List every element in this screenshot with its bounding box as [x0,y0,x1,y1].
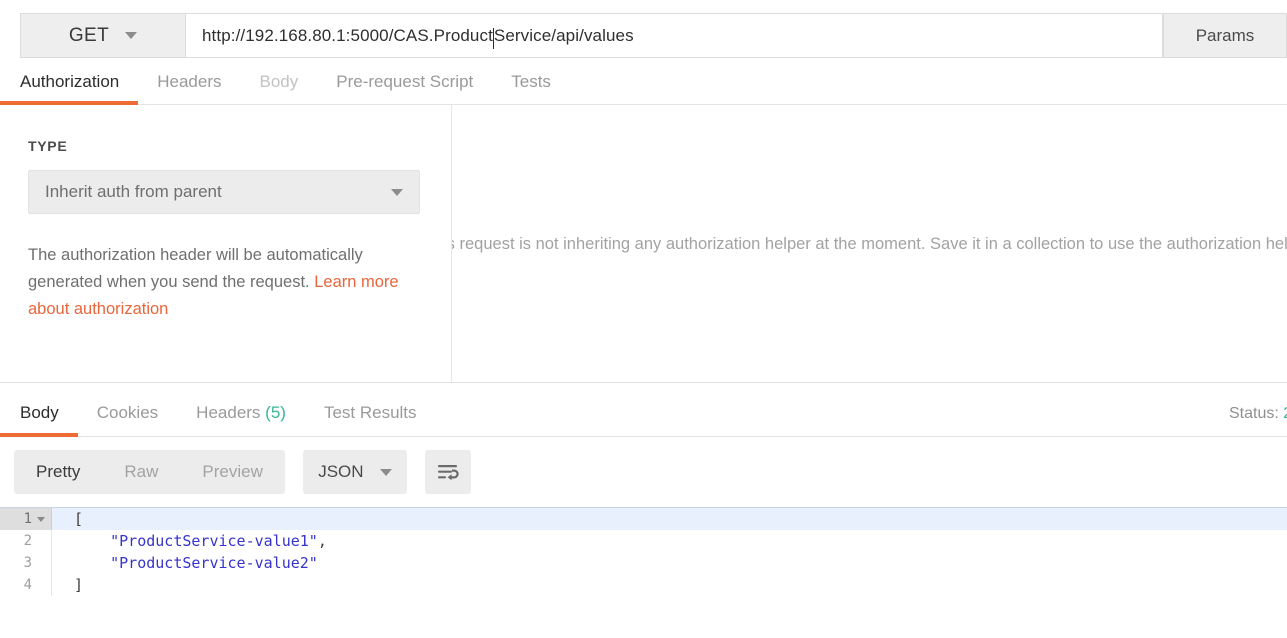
request-tab-label: Headers [157,72,222,91]
request-tab-label: Authorization [20,72,120,91]
code-line: 1[ [0,507,1287,530]
code-token-punct: ] [74,576,84,594]
response-body-editor[interactable]: 1[2 "ProductService-value1", 3 "ProductSe… [0,507,1287,607]
authorization-settings: TYPE Inherit auth from parent The author… [0,105,452,382]
code-line-text: "ProductService-value1", [52,532,327,550]
auth-type-label: TYPE [28,138,68,154]
code-token-punct: [ [74,510,84,528]
body-view-raw[interactable]: Raw [102,450,180,494]
postman-request-window: GET http://192.168.80.1:5000/CAS.Product… [0,0,1287,638]
word-wrap-button[interactable] [424,450,471,494]
response-tab-cookies[interactable]: Cookies [97,403,158,436]
response-tab-label: Body [20,403,59,422]
response-tab-body[interactable]: Body [0,403,78,437]
url-input[interactable]: http://192.168.80.1:5000/CAS.Product Serv… [185,13,1163,58]
code-token-string: "ProductService-value2" [110,554,318,572]
code-line-text: "ProductService-value2" [52,554,318,572]
authorization-panel: TYPE Inherit auth from parent The author… [0,105,1287,383]
response-tab-count: (5) [260,403,286,422]
body-view-switcher: Pretty Raw Preview [14,450,285,494]
auth-note-text: The authorization header will be automat… [28,246,363,291]
status-label: Status: [1229,405,1279,422]
request-tab-label: Body [259,72,299,91]
response-tab-label: Test Results [323,403,417,422]
chevron-down-icon [391,188,403,196]
response-body-toolbar: Pretty Raw Preview JSON [0,437,1287,507]
auth-type-value: Inherit auth from parent [45,182,222,201]
response-tab-bar: Body Cookies Headers (5) Test Results Statu… [0,383,1287,437]
request-tab-headers[interactable]: Headers [157,72,221,104]
url-text-after-caret: Service/api/values [493,25,634,45]
response-tab-label: Headers [196,403,261,422]
text-cursor [492,28,494,49]
code-token-string: "ProductService-value1" [110,532,318,550]
request-tab-bar: Authorization Headers Body Pre-request Scri… [0,58,1287,105]
code-line: 3 "ProductService-value2" [0,552,1287,574]
request-tab-authorization[interactable]: Authorization [0,72,139,105]
line-number-gutter: 3 [0,552,52,574]
line-number: 3 [23,555,32,571]
code-token-punct [74,554,110,572]
chevron-down-icon [125,32,138,39]
line-number-gutter: 4 [0,574,52,596]
body-format-select[interactable]: JSON [302,450,407,494]
auth-type-select[interactable]: Inherit auth from parent [28,170,420,214]
line-number: 2 [23,533,32,549]
url-text-before-caret: http://192.168.80.1:5000/CAS.Product [202,25,493,45]
code-token-punct: , [317,532,327,550]
url-bar: GET http://192.168.80.1:5000/CAS.Product… [0,0,1287,58]
authorization-info-panel: This request is not inheriting any autho… [452,105,1287,382]
request-tab-pre-request-script[interactable]: Pre-request Script [336,72,473,104]
fold-toggle-icon[interactable] [37,516,45,522]
body-format-value: JSON [318,462,364,481]
line-number-gutter: 2 [0,530,52,552]
auth-inherit-message: This request is not inheriting any autho… [452,234,1287,253]
line-number: 1 [23,511,32,527]
code-line-text: ] [52,576,83,594]
status-value: 200 OK [1283,405,1287,422]
request-tab-body[interactable]: Body [260,72,299,104]
code-token-punct [74,532,110,550]
request-tab-label: Tests [511,72,551,91]
code-line: 2 "ProductService-value1", [0,530,1287,552]
params-label: Params [1195,25,1255,45]
code-line: 4] [0,574,1287,596]
response-tab-headers[interactable]: Headers (5) [196,403,286,436]
params-button[interactable]: Params [1163,13,1287,58]
request-tab-label: Pre-request Script [336,72,474,91]
word-wrap-icon [437,465,459,481]
request-tab-tests[interactable]: Tests [511,72,551,104]
line-number-gutter: 1 [0,508,52,530]
status-badge: Status: 200 OK [1229,405,1287,423]
method-dropdown[interactable]: GET [20,13,185,58]
body-view-preview[interactable]: Preview [180,450,284,494]
line-number: 4 [23,577,32,593]
chevron-down-icon [379,468,392,476]
response-tab-label: Cookies [96,403,159,422]
body-view-pretty[interactable]: Pretty [14,450,102,494]
auth-note: The authorization header will be automat… [28,242,420,323]
response-tab-test-results[interactable]: Test Results [324,403,417,436]
code-line-text: [ [52,510,83,528]
method-label: GET [68,24,110,46]
